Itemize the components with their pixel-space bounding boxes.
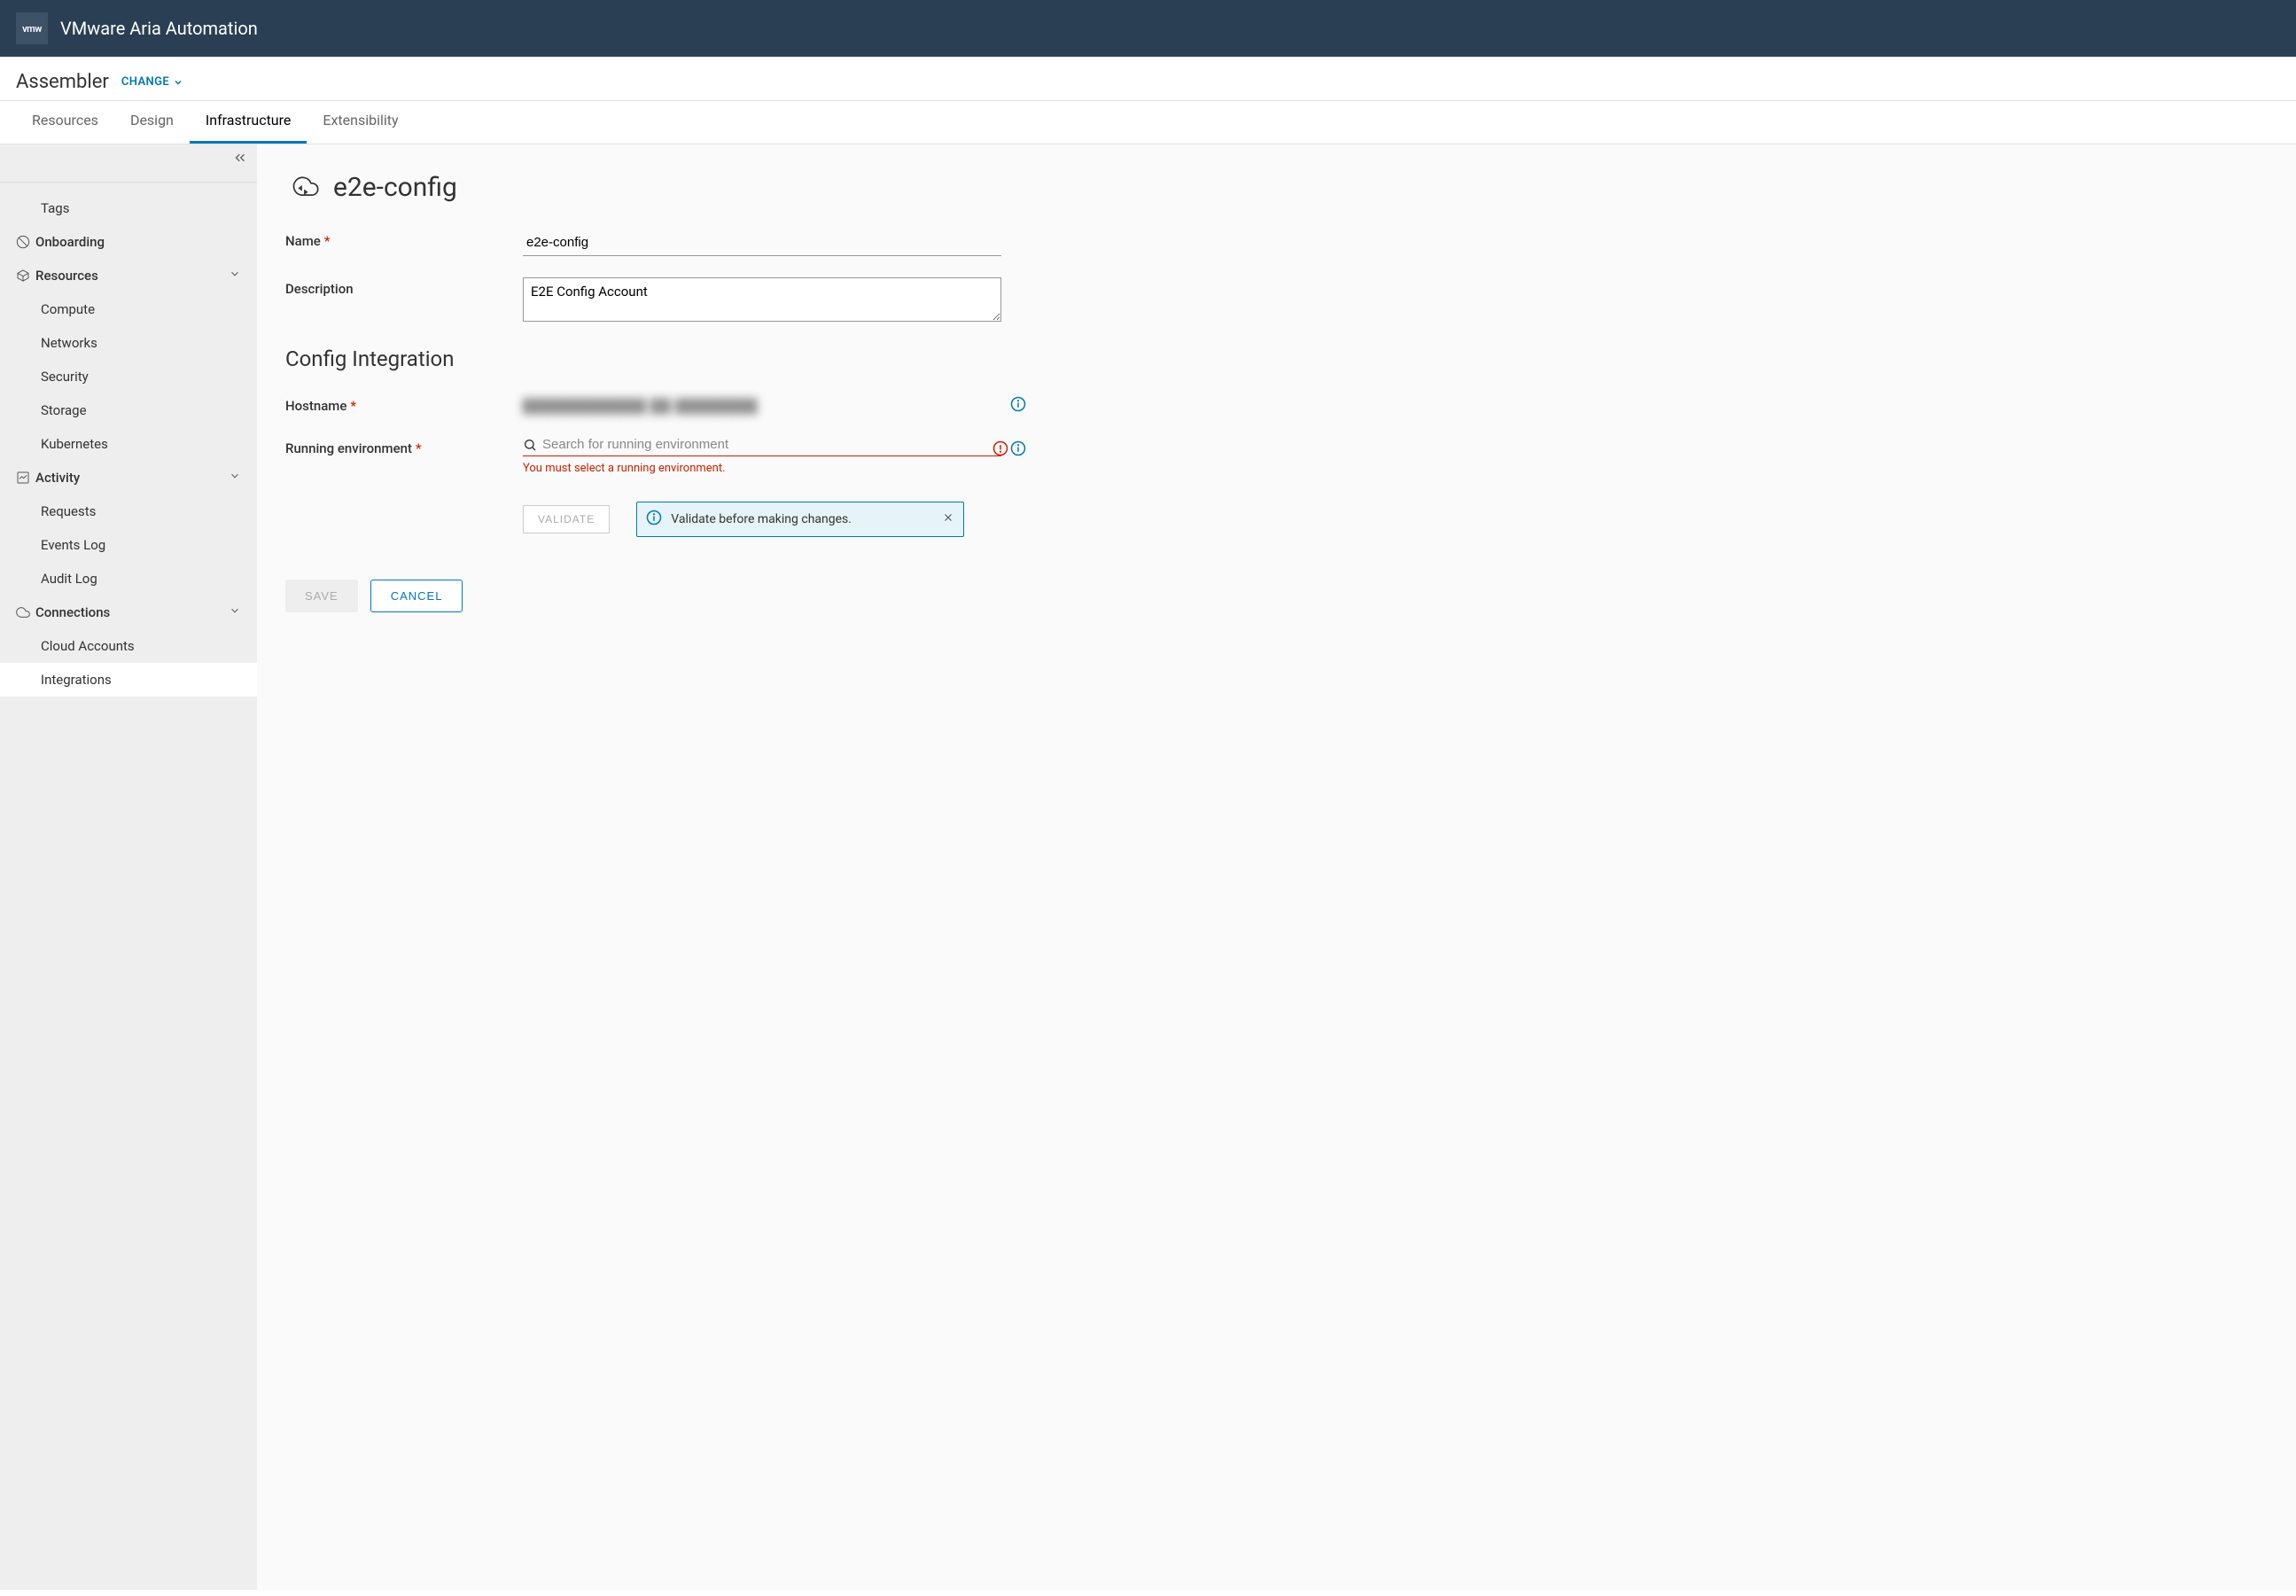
sidebar-divider [0, 182, 257, 183]
section-title-config-integration: Config Integration [285, 346, 2268, 371]
sidebar-item-tags[interactable]: Tags [0, 191, 257, 225]
sidebar-item-activity[interactable]: Activity [0, 461, 257, 494]
form-row-name: Name* [285, 230, 2268, 256]
sidebar-item-compute[interactable]: Compute [0, 292, 257, 326]
hostname-value-redacted: ████████████ ██ ████████ [523, 394, 1001, 414]
form-row-validate: VALIDATE Validate before making changes. [285, 496, 2268, 537]
sidebar-item-label: Integrations [41, 672, 112, 688]
main-tabs: Resources Design Infrastructure Extensib… [0, 101, 2296, 144]
sidebar-item-label: Connections [35, 604, 110, 620]
validate-button: VALIDATE [523, 505, 610, 533]
page-title: e2e-config [333, 172, 457, 203]
sidebar-item-events-log[interactable]: Events Log [0, 528, 257, 562]
cube-icon [16, 269, 35, 283]
running-env-search-input[interactable] [542, 437, 1001, 452]
required-indicator: * [350, 398, 356, 414]
page-title-row: e2e-config [285, 167, 2268, 206]
label-text: Hostname [285, 398, 346, 414]
info-icon[interactable] [1010, 396, 1026, 416]
sidebar-item-storage[interactable]: Storage [0, 393, 257, 427]
label-text: Running environment [285, 440, 412, 456]
sidebar-item-integrations[interactable]: Integrations [0, 663, 257, 697]
info-icon[interactable] [1010, 440, 1026, 460]
save-button: SAVE [285, 580, 358, 612]
chevron-double-left-icon [232, 150, 248, 166]
sidebar-item-cloud-accounts[interactable]: Cloud Accounts [0, 629, 257, 663]
change-app-link[interactable]: CHANGE [121, 75, 183, 89]
required-indicator: * [416, 440, 422, 456]
sidebar-item-label: Kubernetes [41, 436, 108, 452]
sidebar-item-label: Tags [41, 200, 69, 216]
close-icon [942, 511, 954, 524]
running-env-error-text: You must select a running environment. [523, 462, 1001, 475]
sidebar-item-label: Events Log [41, 537, 105, 553]
tab-extensibility[interactable]: Extensibility [307, 101, 414, 144]
sidebar-item-security[interactable]: Security [0, 360, 257, 393]
form-row-hostname: Hostname* ████████████ ██ ████████ [285, 394, 2268, 416]
validate-alert: Validate before making changes. [636, 502, 964, 537]
sidebar-item-connections[interactable]: Connections [0, 596, 257, 629]
product-title: VMware Aria Automation [60, 18, 258, 39]
label-text: Name [285, 233, 321, 249]
name-label: Name* [285, 230, 523, 249]
hostname-label: Hostname* [285, 394, 523, 414]
sidebar-item-label: Security [41, 369, 89, 385]
sidebar-item-label: Networks [41, 335, 97, 351]
running-env-search-wrap [523, 437, 1001, 456]
form-row-description: Description [285, 277, 2268, 325]
sidebar-item-label: Audit Log [41, 571, 97, 587]
chevron-down-icon [229, 604, 241, 620]
running-env-label: Running environment* [285, 437, 523, 456]
sidebar-item-requests[interactable]: Requests [0, 494, 257, 528]
sidebar-item-label: Requests [41, 503, 96, 519]
sidebar-item-label: Compute [41, 301, 95, 317]
footer-actions: SAVE CANCEL [285, 580, 2268, 612]
app-name: Assembler [16, 71, 109, 93]
collapse-sidebar-button[interactable] [232, 150, 248, 169]
tab-design[interactable]: Design [114, 101, 190, 144]
description-label: Description [285, 277, 523, 297]
sidebar-item-label: Activity [35, 470, 80, 486]
change-label: CHANGE [121, 75, 169, 89]
sidebar-item-label: Onboarding [35, 234, 105, 250]
global-header: vmw VMware Aria Automation [0, 0, 2296, 57]
sidebar-item-label: Cloud Accounts [41, 638, 135, 654]
compass-icon [16, 235, 35, 249]
form-row-running-env: Running environment* You must select a r… [285, 437, 2268, 475]
chevron-down-icon [229, 470, 241, 486]
tab-infrastructure[interactable]: Infrastructure [190, 101, 307, 144]
sidebar-item-networks[interactable]: Networks [0, 326, 257, 360]
subheader: Assembler CHANGE [0, 57, 2296, 101]
alert-text: Validate before making changes. [671, 512, 852, 526]
vmw-logo: vmw [16, 12, 48, 44]
chevron-down-icon [229, 268, 241, 284]
name-input[interactable] [523, 230, 1001, 256]
search-icon [523, 438, 537, 452]
tab-resources[interactable]: Resources [16, 101, 114, 144]
chart-line-icon [16, 471, 35, 485]
cloud-icon [16, 605, 35, 619]
sidebar-item-label: Storage [41, 402, 87, 418]
info-icon [646, 510, 662, 529]
required-indicator: * [324, 233, 331, 249]
sidebar-item-label: Resources [35, 268, 98, 284]
cloud-sync-icon [285, 167, 321, 206]
sidebar-item-audit-log[interactable]: Audit Log [0, 562, 257, 596]
chevron-down-icon [173, 77, 183, 88]
sidebar-item-resources[interactable]: Resources [0, 259, 257, 292]
cancel-button[interactable]: CANCEL [370, 580, 463, 612]
main-content: e2e-config Name* Description Config Inte… [257, 144, 2296, 1590]
description-textarea[interactable] [523, 277, 1001, 322]
close-alert-button[interactable] [942, 511, 954, 527]
sidebar-item-onboarding[interactable]: Onboarding [0, 225, 257, 259]
sidebar: Tags Onboarding Resources Compute Networ… [0, 144, 257, 1590]
sidebar-item-kubernetes[interactable]: Kubernetes [0, 427, 257, 461]
